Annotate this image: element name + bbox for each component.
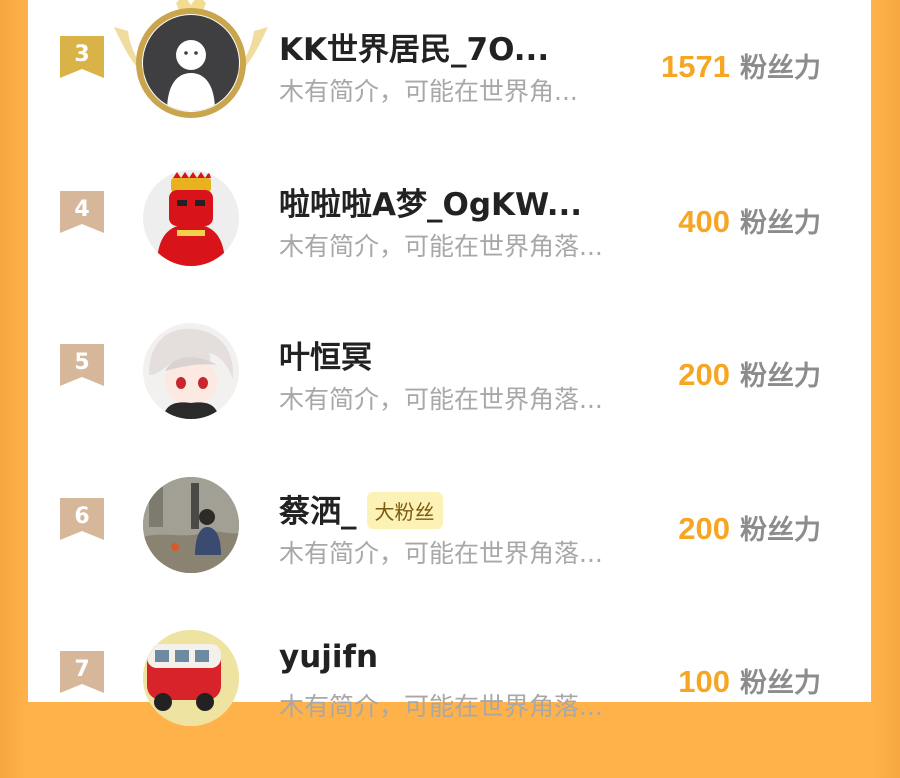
avatar[interactable] [143, 323, 239, 419]
rank-ribbon: 6 [60, 498, 104, 546]
avatar[interactable] [114, 0, 268, 118]
rank-number: 3 [74, 42, 90, 67]
rank-ribbon: 3 [60, 36, 104, 84]
score-unit: 粉丝力 [740, 668, 821, 699]
red-mascot-avatar [143, 170, 239, 266]
avatar[interactable] [143, 630, 239, 726]
rank-ribbon: 5 [60, 344, 104, 392]
score-value: 100 [678, 664, 730, 699]
score-unit: 粉丝力 [740, 208, 821, 239]
list-item[interactable]: 5 叶恒冥 木有简介，可能在世界角落... 200 粉丝力 [28, 318, 871, 471]
score-unit: 粉丝力 [740, 53, 821, 84]
fan-power-score: 400 粉丝力 [678, 201, 821, 240]
score-value: 1571 [661, 49, 730, 84]
red-bus-avatar [143, 630, 239, 726]
list-item[interactable]: 6 蔡洒_ 大粉丝 木有简介，可能在世界角落... 200 粉丝力 [28, 472, 871, 625]
avatar[interactable] [143, 477, 239, 573]
score-unit: 粉丝力 [740, 361, 821, 392]
photo-person-avatar [143, 477, 239, 573]
user-bio: 木有简介，可能在世界角落... [279, 539, 603, 568]
user-bio: 木有简介，可能在世界角落... [279, 692, 603, 721]
fan-power-score: 100 粉丝力 [678, 661, 821, 700]
fan-power-score: 1571 粉丝力 [661, 46, 821, 85]
user-bio: 木有简介，可能在世界角... [279, 77, 578, 106]
score-unit: 粉丝力 [740, 515, 821, 546]
user-name[interactable]: 啦啦啦A梦_OgKW... [279, 179, 582, 224]
user-name[interactable]: yujifn [279, 639, 378, 675]
fan-power-score: 200 粉丝力 [678, 508, 821, 547]
rank-number: 6 [74, 504, 90, 529]
rank-ribbon: 4 [60, 191, 104, 239]
fan-ranking-list: 3 KK世界居民_7O... 木有简介，可能在世界角... 1571 粉丝力 4… [28, 0, 871, 726]
default-avatar-icon [143, 15, 239, 111]
rank-number: 5 [74, 350, 90, 375]
user-name[interactable]: 叶恒冥 [279, 332, 372, 377]
user-bio: 木有简介，可能在世界角落... [279, 232, 603, 261]
user-bio: 木有简介，可能在世界角落... [279, 385, 603, 414]
fan-power-score: 200 粉丝力 [678, 354, 821, 393]
rank-number: 4 [74, 197, 90, 222]
avatar[interactable] [143, 170, 239, 266]
rank-number: 7 [74, 657, 90, 682]
big-fan-badge: 大粉丝 [366, 492, 443, 529]
score-value: 200 [678, 357, 730, 392]
list-item[interactable]: 4 啦啦啦A梦_OgKW... 木有简介，可能在世界角落... 400 粉丝力 [28, 165, 871, 318]
score-value: 400 [678, 204, 730, 239]
user-name[interactable]: 蔡洒_ 大粉丝 [279, 486, 443, 532]
list-item[interactable]: 3 KK世界居民_7O... 木有简介，可能在世界角... 1571 粉丝力 [28, 0, 871, 163]
user-name[interactable]: KK世界居民_7O... [279, 24, 549, 69]
anime-character-avatar [143, 323, 239, 419]
score-value: 200 [678, 511, 730, 546]
rank-ribbon: 7 [60, 651, 104, 699]
